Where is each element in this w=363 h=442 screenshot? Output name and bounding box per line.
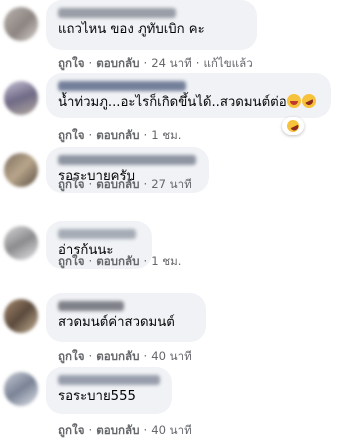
like-button[interactable]: ถูกใจ [58,177,85,191]
timestamp[interactable]: 1 ชม. [151,128,181,142]
separator: · [88,254,93,268]
separator: · [143,128,148,142]
comment-actions: ถูกใจ · ตอบกลับ · 24 นาที · แก้ไขแล้ว [58,55,253,73]
avatar[interactable] [4,299,38,333]
comment-actions: ถูกใจ · ตอบกลับ · 27 นาที [58,176,192,194]
author-name[interactable] [58,155,196,165]
author-name[interactable] [58,375,160,385]
reply-button[interactable]: ตอบกลับ [96,177,139,191]
separator: · [88,349,93,363]
comment-bubble: รอระบาย555 [46,367,172,414]
comment-text-content: น้ำท่วมภู...อะไรก็เกิดขึ้นได้..สวดมนต์ต่… [58,95,287,110]
like-button[interactable]: ถูกใจ [58,128,85,142]
reply-button[interactable]: ตอบกลับ [96,56,139,70]
edited-label: แก้ไขแล้ว [203,56,253,70]
separator: · [195,56,200,70]
separator: · [143,254,148,268]
author-name[interactable] [58,301,124,311]
haha-reaction-icon [285,118,301,134]
separator: · [88,128,93,142]
reaction-badge[interactable] [282,117,304,135]
like-button[interactable]: ถูกใจ [58,423,85,437]
timestamp[interactable]: 24 นาที [151,56,192,70]
author-name[interactable] [58,8,176,18]
comment-bubble: สวดมนต์ค่าสวดมนต์ [46,293,206,342]
comment-actions: ถูกใจ · ตอบกลับ · 40 นาที [58,348,192,366]
comment-actions: ถูกใจ · ตอบกลับ · 1 ชม. [58,253,181,271]
separator: · [143,349,148,363]
comment-item: อ่ารก้นนะ [0,221,363,291]
like-button[interactable]: ถูกใจ [58,254,85,268]
grinning-emoji [286,94,301,108]
timestamp[interactable]: 1 ชม. [151,254,181,268]
author-name[interactable] [58,81,186,91]
comment-actions: ถูกใจ · ตอบกลับ · 1 ชม. [58,127,181,145]
separator: · [88,177,93,191]
like-button[interactable]: ถูกใจ [58,56,85,70]
avatar[interactable] [4,81,38,115]
comment-bubble: น้ำท่วมภู...อะไรก็เกิดขึ้นได้..สวดมนต์ต่… [46,73,331,118]
comment-text: แถวไหน ของ ภูทับเบิก คะ [58,22,205,37]
reply-button[interactable]: ตอบกลับ [96,349,139,363]
rofl-emoji [299,91,318,111]
timestamp[interactable]: 40 นาที [151,423,192,437]
separator: · [88,56,93,70]
avatar[interactable] [4,153,38,187]
avatar[interactable] [4,226,38,260]
comment-actions: ถูกใจ · ตอบกลับ · 40 นาที [58,422,192,440]
comment-text: น้ำท่วมภู...อะไรก็เกิดขึ้นได้..สวดมนต์ต่… [58,91,320,112]
author-name[interactable] [58,229,136,239]
separator: · [143,423,148,437]
avatar[interactable] [4,7,38,41]
like-button[interactable]: ถูกใจ [58,349,85,363]
avatar[interactable] [4,372,38,406]
separator: · [143,177,148,191]
comment-text: สวดมนต์ค่าสวดมนต์ [58,315,175,330]
timestamp[interactable]: 27 นาที [151,177,192,191]
reply-button[interactable]: ตอบกลับ [96,423,139,437]
comment-bubble: แถวไหน ของ ภูทับเบิก คะ [46,0,257,50]
comment-item: น้ำท่วมภู...อะไรก็เกิดขึ้นได้..สวดมนต์ต่… [0,73,363,147]
reply-button[interactable]: ตอบกลับ [96,128,139,142]
comment-text: รอระบาย555 [58,389,136,404]
comment-item: แถวไหน ของ ภูทับเบิก คะ ถูกใจ · ตอบกลับ · 24… [0,0,363,72]
separator: · [143,56,148,70]
timestamp[interactable]: 40 นาที [151,349,192,363]
reply-button[interactable]: ตอบกลับ [96,254,139,268]
separator: · [88,423,93,437]
